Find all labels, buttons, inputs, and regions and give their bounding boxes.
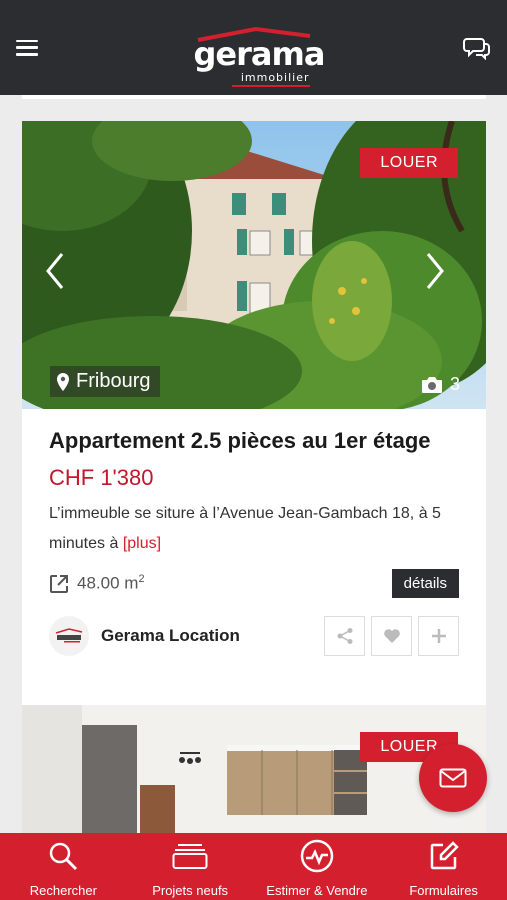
bottom-navigation: Rechercher Projets neufs Estimer & Vendr… (0, 833, 507, 900)
logo-sub-text: immobilier (240, 71, 310, 84)
agency-avatar (49, 616, 89, 656)
add-button[interactable] (418, 616, 459, 656)
stack-icon (172, 844, 208, 869)
tab-label: Projets neufs (152, 883, 229, 898)
listing-actions (324, 616, 459, 656)
tab-label: Rechercher (29, 883, 97, 898)
share-icon (337, 628, 352, 644)
area-value: 48.00 m (77, 573, 139, 593)
top-bar: gerama immobilier (0, 0, 507, 95)
gerama-logo[interactable]: gerama immobilier (193, 26, 326, 88)
tab-label: Formulaires (409, 883, 478, 898)
location-tag: Fribourg (50, 366, 161, 397)
agency-logo-icon (55, 628, 83, 643)
listing-area: 48.00 m2 (49, 573, 145, 594)
search-icon (50, 842, 78, 871)
envelope-icon (439, 768, 467, 788)
agency-info[interactable]: Gerama Location (49, 616, 240, 656)
tab-formulaires[interactable]: Formulaires (380, 833, 507, 900)
photo-count: 3 (420, 374, 460, 395)
external-size-icon (50, 574, 68, 593)
listing-photo[interactable]: LOUER Fribourg 3 (22, 121, 486, 409)
description-text: L’immeuble se siture à l’Avenue Jean-Gam… (49, 505, 441, 552)
heart-icon (383, 629, 400, 643)
photo-count-text: 3 (449, 374, 460, 394)
rent-badge: LOUER (360, 148, 458, 178)
area-unit-sup: 2 (138, 573, 145, 586)
logo-brand-text: gerama (193, 35, 326, 73)
listing-photo-image (22, 705, 486, 833)
tab-estimer-vendre[interactable]: Estimer & Vendre (254, 833, 381, 900)
chevron-right-icon[interactable] (424, 251, 446, 291)
chart-circle-icon (300, 839, 334, 873)
logo-underline (231, 85, 310, 87)
listing-description: L’immeuble se siture à l’Avenue Jean-Gam… (49, 499, 459, 559)
contact-mail-button[interactable] (419, 744, 487, 812)
details-button[interactable]: détails (391, 569, 459, 598)
hamburger-menu-icon[interactable] (16, 39, 38, 56)
listing-feed[interactable]: LOUER Fribourg 3 Appartement 2.5 pièces … (0, 95, 507, 833)
chat-bubbles-icon[interactable] (463, 36, 491, 60)
listing-title[interactable]: Appartement 2.5 pièces au 1er étage (49, 425, 459, 457)
agency-name: Gerama Location (101, 626, 240, 645)
listing-card[interactable]: LOUER (22, 705, 486, 833)
camera-icon (421, 376, 442, 393)
edit-form-icon (430, 841, 459, 870)
share-button[interactable] (324, 616, 365, 656)
location-text: Fribourg (76, 370, 151, 392)
listing-price: CHF 1'380 (49, 465, 154, 490)
chevron-left-icon[interactable] (44, 251, 66, 291)
listing-photo[interactable]: LOUER (22, 705, 486, 833)
favorite-button[interactable] (371, 616, 412, 656)
tab-label: Estimer & Vendre (266, 883, 368, 898)
listing-card[interactable]: LOUER Fribourg 3 Appartement 2.5 pièces … (22, 121, 486, 709)
map-pin-icon (57, 372, 69, 391)
tab-projets-neufs[interactable]: Projets neufs (127, 833, 254, 900)
previous-card-stub (22, 95, 486, 99)
tab-rechercher[interactable]: Rechercher (0, 833, 127, 900)
plus-icon (431, 629, 446, 643)
more-link[interactable]: [plus] (123, 535, 161, 552)
